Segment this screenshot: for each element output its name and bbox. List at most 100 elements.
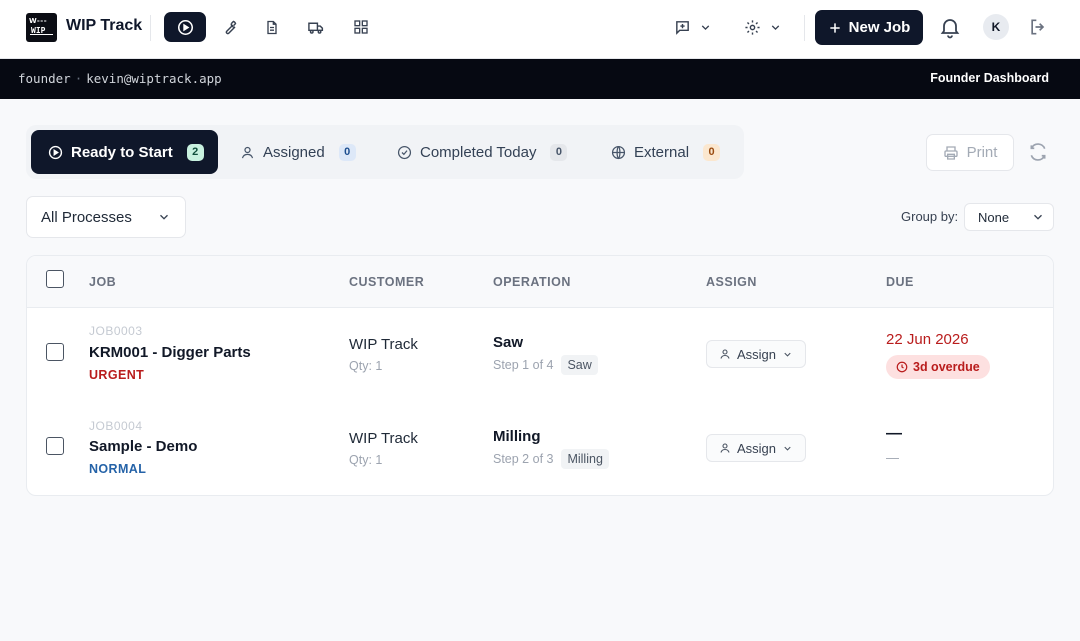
user-info: founder · kevin@wiptrack.app <box>18 71 222 86</box>
nav-divider <box>804 15 805 41</box>
tab-label: External <box>634 143 690 161</box>
count-badge: 2 <box>186 143 204 161</box>
user-icon <box>720 443 730 453</box>
nav-tools-button[interactable] <box>208 12 250 42</box>
document-icon <box>267 20 277 34</box>
customer-name: WIP Track <box>349 336 418 353</box>
select-all-checkbox[interactable] <box>46 270 64 288</box>
print-label: Print <box>966 144 998 161</box>
table-header: JOB CUSTOMER OPERATION ASSIGN DUE <box>27 256 1053 308</box>
truck-icon <box>308 22 324 34</box>
top-nav: W--- WIP WIP Track New Job K <box>0 0 1080 59</box>
chevron-down-icon <box>784 352 791 357</box>
nav-divider <box>150 15 151 41</box>
user-email: kevin@wiptrack.app <box>86 71 222 86</box>
table-row[interactable]: JOB0004 Sample - Demo NORMAL WIP Track Q… <box>27 402 1053 495</box>
settings-dropdown[interactable] <box>744 14 782 40</box>
nav-documents-button[interactable] <box>251 12 293 42</box>
grid-icon <box>354 20 368 34</box>
user-bar: founder · kevin@wiptrack.app Founder Dashb… <box>0 59 1080 99</box>
message-plus-icon <box>676 20 689 35</box>
process-filter-value: All Processes <box>41 208 132 226</box>
column-header-assign: ASSIGN <box>706 275 757 289</box>
column-header-due[interactable]: DUE <box>886 275 914 289</box>
count-badge: 0 <box>703 143 721 161</box>
tab-ready-to-start[interactable]: Ready to Start 2 <box>31 130 218 174</box>
messages-dropdown[interactable] <box>674 14 712 40</box>
status-tabs: Ready to Start 2 Assigned 0 Completed To… <box>26 125 744 179</box>
tab-completed-today[interactable]: Completed Today 0 <box>380 130 580 174</box>
tab-external[interactable]: External 0 <box>594 130 734 174</box>
operation-name: Milling <box>493 428 541 445</box>
job-id: JOB0004 <box>89 419 143 433</box>
new-job-button[interactable]: New Job <box>815 10 923 45</box>
row-checkbox[interactable] <box>46 343 64 361</box>
play-circle-icon <box>177 19 193 35</box>
due-status: — <box>886 450 899 465</box>
column-header-operation[interactable]: OPERATION <box>493 275 571 289</box>
table-row[interactable]: JOB0003 KRM001 - Digger Parts URGENT WIP… <box>27 308 1053 402</box>
wrench-icon <box>225 20 236 34</box>
chevron-down-icon <box>160 214 168 220</box>
plus-icon <box>829 22 840 33</box>
group-by-value: None <box>978 209 1010 225</box>
assign-button[interactable]: Assign <box>706 434 806 462</box>
chevron-down-icon <box>1034 214 1042 220</box>
due-date: 22 Jun 2026 <box>886 331 969 348</box>
print-button[interactable]: Print <box>926 134 1014 171</box>
column-header-customer[interactable]: CUSTOMER <box>349 275 424 289</box>
refresh-icon[interactable] <box>1028 142 1048 162</box>
gear-icon <box>745 19 760 35</box>
group-by-select[interactable]: None <box>964 203 1054 231</box>
assign-label: Assign <box>736 346 777 362</box>
job-id: JOB0003 <box>89 324 143 338</box>
jobs-table: JOB CUSTOMER OPERATION ASSIGN DUE JOB000… <box>26 255 1054 496</box>
process-chip: Milling <box>561 449 609 469</box>
operation-step: Step 2 of 3 Milling <box>493 449 609 469</box>
separator: · <box>74 71 83 86</box>
nav-work-queue-button[interactable] <box>164 12 206 42</box>
count-badge: 0 <box>338 143 356 161</box>
tab-label: Assigned <box>263 143 325 161</box>
process-chip: Saw <box>561 355 598 375</box>
operation-step: Step 1 of 4 Saw <box>493 355 598 375</box>
job-name[interactable]: KRM001 - Digger Parts <box>89 344 251 361</box>
count-badge: 0 <box>550 143 568 161</box>
chevron-down-icon <box>784 446 791 451</box>
due-date: — <box>886 425 902 442</box>
user-icon <box>241 146 254 158</box>
chevron-down-icon <box>771 24 780 30</box>
tab-label: Completed Today <box>420 143 537 161</box>
logout-icon[interactable] <box>1028 17 1048 37</box>
bell-icon[interactable] <box>938 15 962 39</box>
new-job-label: New Job <box>848 19 911 36</box>
user-role: founder <box>18 71 71 86</box>
user-icon <box>720 349 730 359</box>
printer-icon <box>943 145 958 160</box>
overdue-badge: 3d overdue <box>886 355 990 379</box>
customer-name: WIP Track <box>349 430 418 447</box>
avatar[interactable]: K <box>983 14 1009 40</box>
assign-label: Assign <box>736 440 777 456</box>
quantity: Qty: 1 <box>349 359 383 373</box>
row-checkbox[interactable] <box>46 437 64 455</box>
step-text: Step 2 of 3 <box>493 452 554 466</box>
operation-name: Saw <box>493 334 524 351</box>
column-header-job[interactable]: JOB <box>89 275 116 289</box>
assign-button[interactable]: Assign <box>706 340 806 368</box>
app-logo[interactable]: W--- WIP <box>26 13 57 42</box>
check-circle-icon <box>397 145 412 159</box>
process-filter-select[interactable]: All Processes <box>26 196 186 238</box>
quantity: Qty: 1 <box>349 453 383 467</box>
job-name[interactable]: Sample - Demo <box>89 438 197 455</box>
clock-icon <box>896 361 908 373</box>
nav-grid-button[interactable] <box>340 12 382 42</box>
app-name: WIP Track <box>66 17 143 34</box>
logo-underline <box>30 34 53 37</box>
tab-label: Ready to Start <box>71 143 173 161</box>
overdue-text: 3d overdue <box>913 360 980 374</box>
nav-shipping-button[interactable] <box>295 12 337 42</box>
tab-assigned[interactable]: Assigned 0 <box>223 130 373 174</box>
chevron-down-icon <box>701 24 710 30</box>
group-by-label: Group by: <box>901 209 959 224</box>
